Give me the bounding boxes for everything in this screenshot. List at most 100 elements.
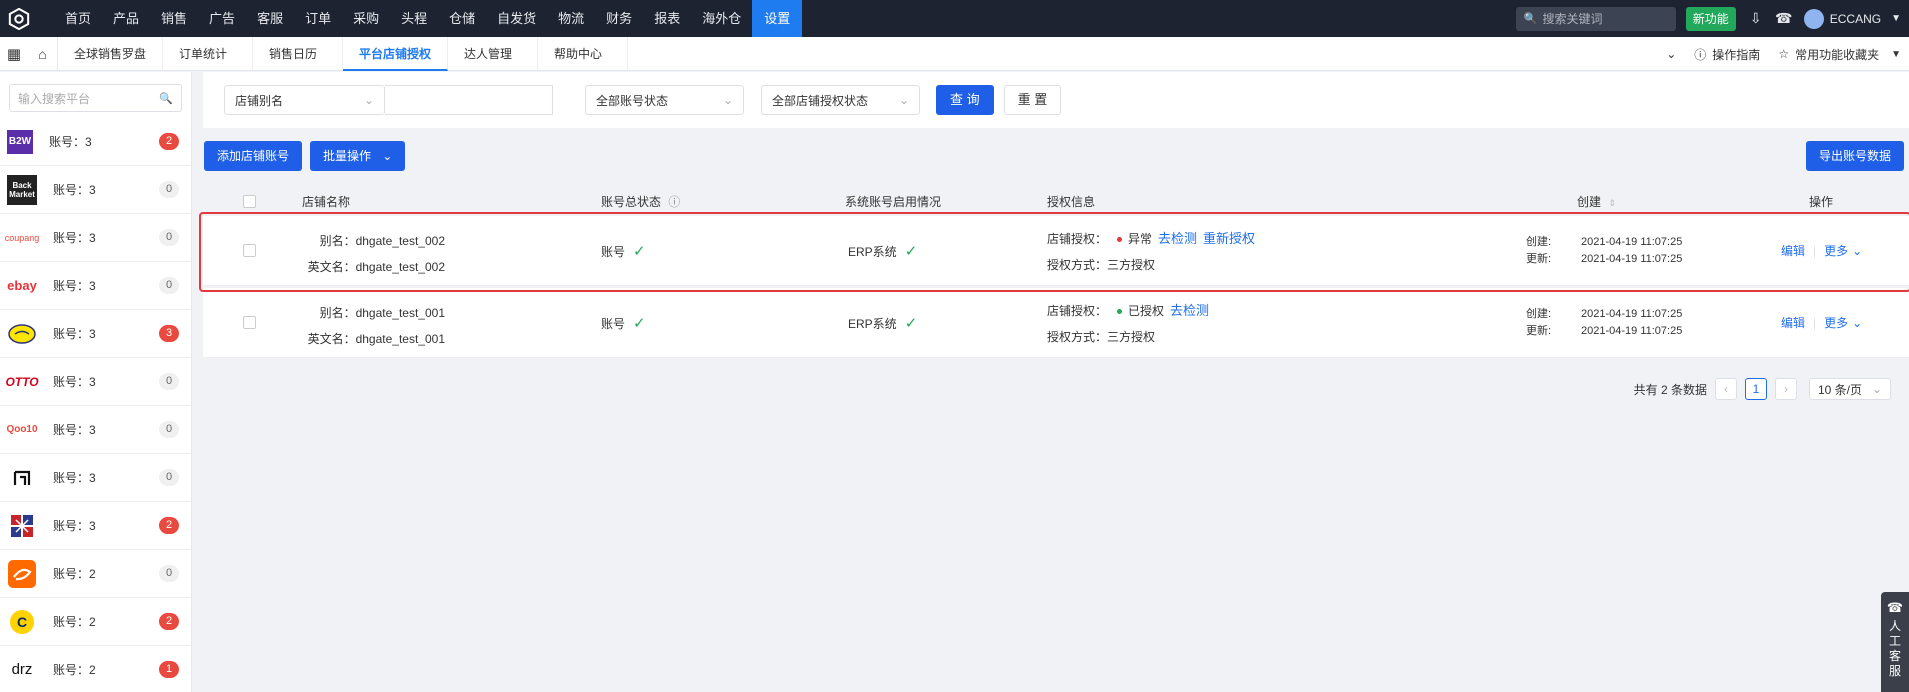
sub-tab[interactable]: 销售日历: [253, 36, 344, 71]
auth-status-select[interactable]: 全部店铺授权状态 ⌄: [761, 85, 920, 115]
favorites-menu[interactable]: 常用功能收藏夹: [1795, 46, 1885, 63]
sidebar-platform-item[interactable]: Qoo10 账号：3 0: [0, 406, 191, 454]
table-header: 店铺名称 账号总状态 ⓘ 系统账号启用情况 授权信息 创建 ⇕ 操作: [203, 188, 1909, 214]
page-size-select[interactable]: 10 条/页 ⌄: [1809, 378, 1891, 400]
chevron-down-icon[interactable]: ▼: [1891, 13, 1901, 24]
query-button[interactable]: 查 询: [936, 85, 994, 115]
nav-item[interactable]: 广告: [198, 0, 246, 37]
platform-logo: Qoo10: [6, 415, 38, 445]
sub-tab[interactable]: 订单统计: [163, 36, 254, 71]
chevron-down-icon[interactable]: ⌄: [1852, 316, 1862, 330]
account-count: 账号：3: [53, 231, 96, 245]
nav-item[interactable]: 自发货: [486, 0, 547, 37]
sidebar-platform-item[interactable]: drz 账号：2 1: [0, 646, 191, 692]
select-all-checkbox[interactable]: [243, 195, 256, 208]
alibaba-logo-icon: [7, 559, 37, 589]
alias-select[interactable]: 店铺别名 ⌄: [224, 85, 385, 115]
nav-item[interactable]: 海外仓: [691, 0, 752, 37]
batch-operation-button[interactable]: 批量操作 ⌄: [310, 141, 406, 171]
new-feature-button[interactable]: 新功能: [1685, 6, 1736, 31]
next-page-button[interactable]: ›: [1775, 378, 1797, 400]
avatar[interactable]: [1803, 8, 1824, 29]
app-logo[interactable]: [0, 0, 37, 37]
sidebar-platform-item[interactable]: coupang 账号：3 0: [0, 214, 191, 262]
home-icon[interactable]: ⌂: [28, 36, 58, 71]
headset-icon[interactable]: ☎: [1770, 10, 1798, 27]
nav-item[interactable]: 客服: [246, 0, 294, 37]
chevron-down-icon[interactable]: ⌄: [1660, 47, 1688, 61]
count-badge: 2: [159, 133, 179, 150]
nav-item[interactable]: 财务: [595, 0, 643, 37]
alias-select-value: 店铺别名: [235, 93, 284, 108]
sidebar-platform-item[interactable]: ebay 账号：3 0: [0, 262, 191, 310]
sidebar-platform-item[interactable]: OTTO 账号：3 0: [0, 358, 191, 406]
sub-tab[interactable]: 平台店铺授权: [343, 36, 449, 71]
add-account-button[interactable]: 添加店铺账号: [204, 141, 303, 171]
apps-grid-icon[interactable]: ▦: [0, 45, 28, 63]
guide-link[interactable]: 操作指南: [1712, 46, 1772, 63]
nav-item[interactable]: 物流: [547, 0, 595, 37]
chevron-down-icon: ⌄: [722, 93, 733, 107]
download-icon[interactable]: ⇩: [1742, 10, 1770, 27]
cdiscount-logo-icon: C: [7, 607, 37, 637]
highlight-box: [199, 212, 1909, 292]
sidebar-platform-item[interactable]: 账号：3 3: [0, 310, 191, 358]
account-count: 账号：3: [53, 279, 96, 293]
platform-search-input[interactable]: 输入搜索平台 🔍: [9, 84, 182, 112]
star-icon[interactable]: ☆: [1772, 47, 1795, 61]
platform-logo-text: Back Market: [9, 180, 35, 199]
more-link[interactable]: 更多: [1824, 316, 1848, 330]
caret-down-icon[interactable]: ▼: [1885, 49, 1909, 60]
sidebar-platform-item[interactable]: 账号：2 0: [0, 550, 191, 598]
username[interactable]: ECCANG: [1830, 12, 1881, 26]
nav-item[interactable]: 报表: [643, 0, 691, 37]
export-button[interactable]: 导出账号数据: [1805, 141, 1904, 171]
sidebar-platform-item[interactable]: Back Market 账号：3 0: [0, 166, 191, 214]
nav-item[interactable]: 仓储: [438, 0, 486, 37]
global-search-input[interactable]: 🔍 搜索关键词: [1515, 6, 1676, 31]
header-auth: 授权信息: [1047, 195, 1096, 209]
nav-item[interactable]: 首页: [54, 0, 102, 37]
operations-cell: 编辑 | 更多 ⌄: [1781, 314, 1862, 331]
help-icon[interactable]: ⓘ: [1688, 46, 1712, 63]
alias-input[interactable]: [385, 85, 553, 115]
nav-item[interactable]: 产品: [102, 0, 150, 37]
count-badge: 0: [159, 229, 179, 246]
chevron-down-icon: ⌄: [898, 93, 909, 107]
nav-item[interactable]: 头程: [390, 0, 438, 37]
nav-item[interactable]: 设置: [752, 0, 803, 37]
header-system: 系统账号启用情况: [845, 195, 942, 209]
status-dot: [1117, 308, 1123, 314]
nav-item[interactable]: 订单: [294, 0, 342, 37]
account-status-cell: 账号 ✓: [601, 314, 646, 332]
sidebar-platform-item[interactable]: 账号：3 2: [0, 502, 191, 550]
chevron-down-icon: ⌄: [382, 149, 393, 163]
nav-item[interactable]: 销售: [150, 0, 198, 37]
edit-link[interactable]: 编辑: [1781, 316, 1805, 330]
platform-logo-text: Qoo10: [6, 424, 38, 435]
check-link[interactable]: 去检测: [1170, 303, 1209, 318]
count-badge: 2: [159, 517, 179, 534]
sub-tab[interactable]: 达人管理: [448, 36, 539, 71]
header-account-status: 账号总状态 ⓘ: [601, 193, 680, 210]
customer-service-button[interactable]: ☎ 人工客服: [1881, 592, 1909, 692]
sidebar-platform-item[interactable]: B2W 账号：3 2: [0, 118, 191, 166]
reset-button[interactable]: 重 置: [1003, 85, 1062, 115]
filter-bar: 店铺别名 ⌄ 全部账号状态 ⌄ 全部店铺授权状态 ⌄ 查 询 重 置: [203, 72, 1909, 128]
account-status-select[interactable]: 全部账号状态 ⌄: [585, 85, 744, 115]
sidebar-platform-item[interactable]: 账号：3 0: [0, 454, 191, 502]
nav-item[interactable]: 采购: [342, 0, 390, 37]
sub-tab[interactable]: 帮助中心: [538, 36, 629, 71]
help-icon[interactable]: ⓘ: [668, 195, 680, 209]
sort-icon[interactable]: ⇕: [1608, 198, 1616, 208]
sub-tab[interactable]: 全球销售罗盘: [58, 36, 164, 71]
account-count: 账号：3: [53, 327, 96, 341]
sub-navbar: ▦ ⌂ 全球销售罗盘 订单统计 销售日历 平台店铺授权 达人管理 帮助中心 ⌄ ⓘ 操作指…: [0, 36, 1909, 71]
header-created[interactable]: 创建 ⇕: [1577, 193, 1616, 210]
account-count: 账号：3: [53, 183, 96, 197]
sidebar-platform-item[interactable]: C 账号：2 2: [0, 598, 191, 646]
global-search-placeholder: 搜索关键词: [1542, 12, 1603, 26]
platform-logo: coupang: [5, 223, 40, 253]
page-number-button[interactable]: 1: [1745, 378, 1767, 400]
prev-page-button[interactable]: ‹: [1715, 378, 1737, 400]
